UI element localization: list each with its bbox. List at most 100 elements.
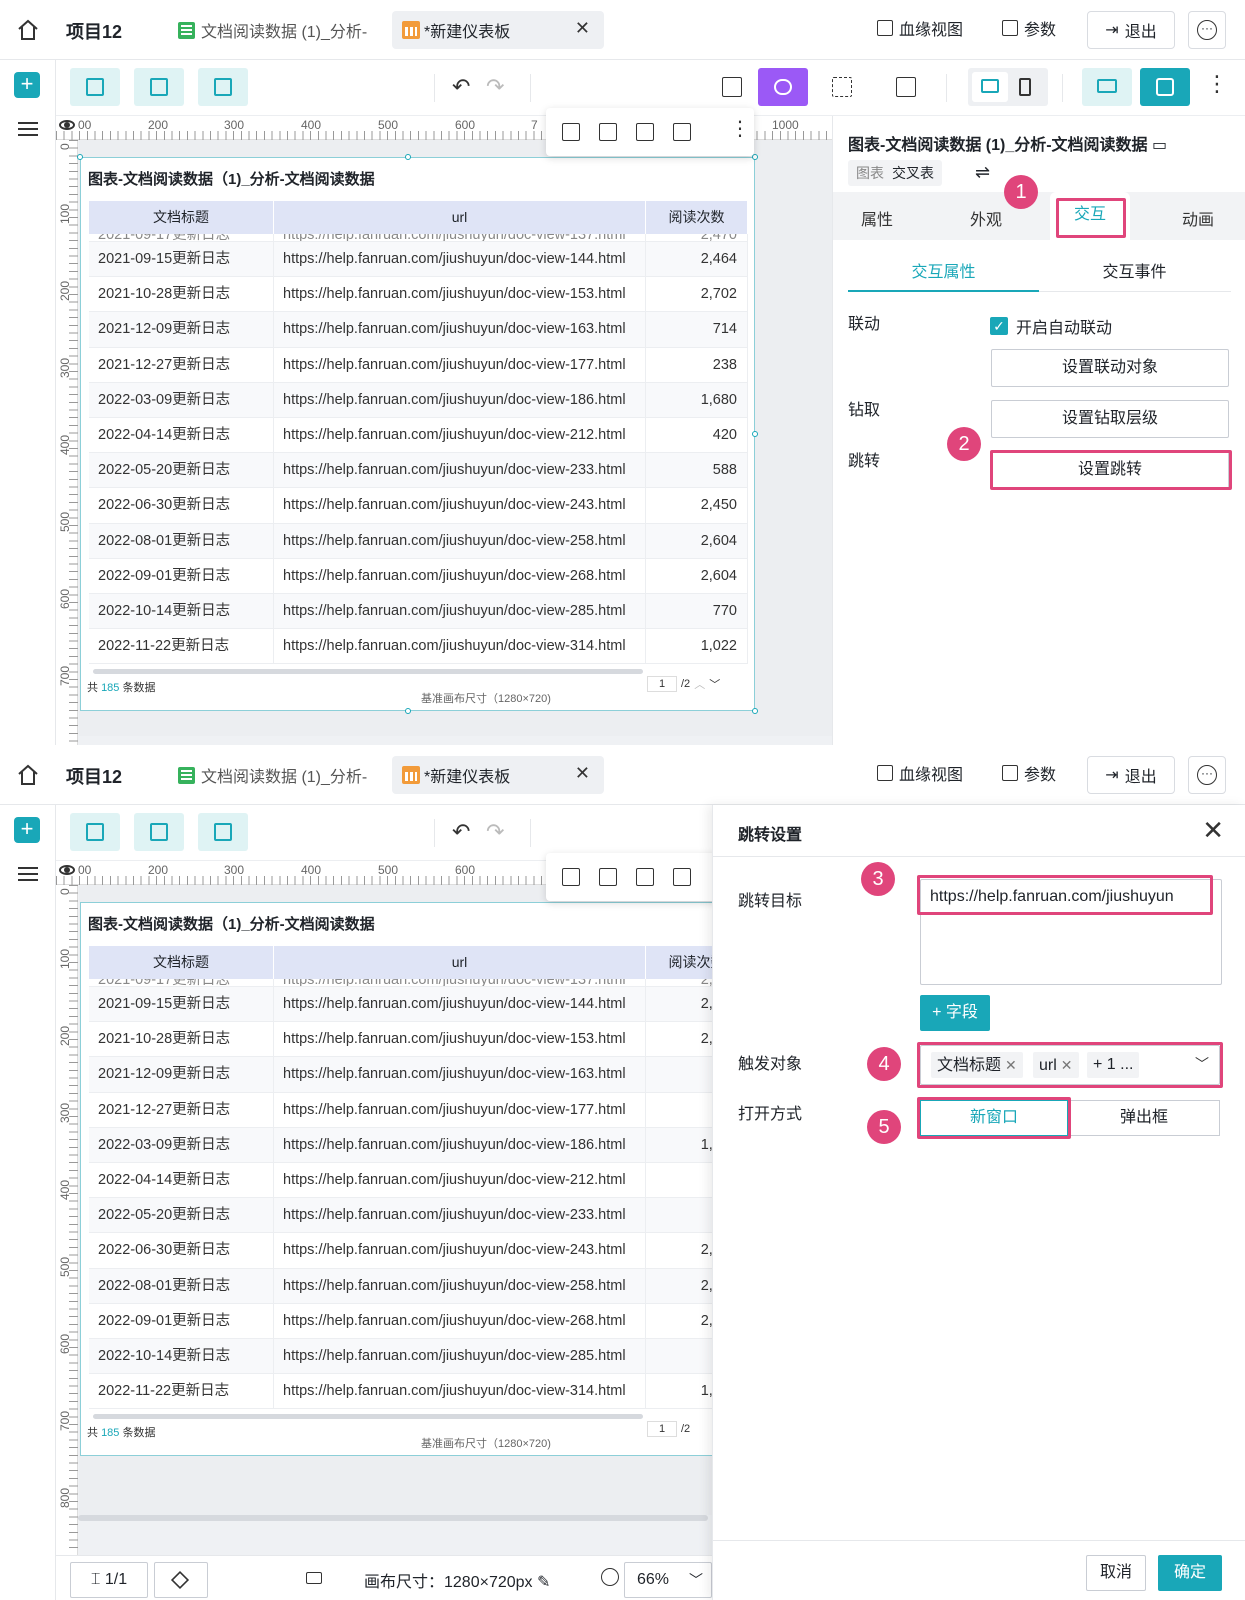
column-header[interactable]: url — [274, 201, 646, 234]
table-row[interactable]: 2022-09-01更新日志 https://help.fanruan.com/j… — [89, 1303, 748, 1339]
resize-handle[interactable] — [752, 431, 758, 437]
tab-appearance[interactable]: 外观 — [970, 206, 1002, 230]
exit-button[interactable]: ⇥ 退出 — [1087, 756, 1175, 794]
lineage-button[interactable]: 血缘视图 — [877, 16, 963, 40]
table-row[interactable]: 2021-09-17更新日志https://help.fanruan.com/j… — [89, 979, 748, 987]
table-row[interactable]: 2022-11-22更新日志 https://help.fanruan.com/j… — [89, 1374, 748, 1410]
trigger-select[interactable]: 文档标题 ✕ url ✕ + 1 ... ﹀ — [920, 1045, 1220, 1085]
chevron-down-icon[interactable]: ﹀ — [1195, 1054, 1209, 1074]
horizontal-scrollbar[interactable] — [93, 669, 643, 674]
redo-icon[interactable]: ↷ — [486, 74, 504, 100]
add-filter-button[interactable] — [134, 813, 184, 851]
table-row[interactable]: 2022-03-09更新日志 https://help.fanruan.com/j… — [89, 382, 748, 418]
table-row[interactable]: 2022-03-09更新日志 https://help.fanruan.com/j… — [89, 1127, 748, 1163]
set-drill-button[interactable]: 设置钻取层级 — [991, 400, 1229, 438]
table-row[interactable]: 2022-04-14更新日志 https://help.fanruan.com/j… — [89, 417, 748, 454]
subtab-interaction-events[interactable]: 交互事件 — [1039, 258, 1230, 282]
zoom-out-icon[interactable] — [601, 1568, 619, 1586]
table-row[interactable]: 2022-09-01更新日志 https://help.fanruan.com/j… — [89, 558, 748, 594]
close-icon[interactable]: ✕ — [575, 18, 590, 39]
horizontal-scrollbar[interactable] — [93, 1414, 643, 1419]
table-row[interactable]: 2021-09-15更新日志 https://help.fanruan.com/j… — [89, 242, 748, 278]
undo-icon[interactable]: ↶ — [452, 74, 470, 100]
chevron-up-icon[interactable]: ︿ — [694, 676, 705, 692]
desktop-button[interactable] — [972, 72, 1008, 102]
edit-icon[interactable] — [562, 123, 580, 141]
cancel-button[interactable]: 取消 — [1086, 1555, 1146, 1591]
edit-icon[interactable] — [562, 868, 580, 886]
outline-icon[interactable] — [18, 867, 38, 881]
chart-card[interactable]: 图表-文档阅读数据（1)_分析-文档阅读数据 文档标题 url 阅读次数 202… — [80, 157, 755, 711]
outline-icon[interactable] — [18, 122, 38, 136]
redo-icon[interactable]: ↷ — [486, 819, 504, 845]
add-widget-button[interactable] — [198, 813, 248, 851]
cursor-icon[interactable] — [722, 77, 742, 97]
layers-button[interactable] — [154, 1562, 208, 1598]
table-row[interactable]: 2021-12-27更新日志 https://help.fanruan.com/j… — [89, 1092, 748, 1128]
remove-icon[interactable]: ✕ — [1005, 1057, 1017, 1073]
fullscreen-icon[interactable] — [636, 123, 654, 141]
tab-data-table[interactable]: 文档阅读数据 (1)_分析- — [178, 757, 378, 793]
tab-interaction[interactable]: 交互 — [1050, 192, 1130, 240]
add-field-button[interactable]: + 字段 — [920, 995, 990, 1031]
subtab-interaction-properties[interactable]: 交互属性 — [848, 258, 1039, 292]
table-row[interactable]: 2022-10-14更新日志 https://help.fanruan.com/j… — [89, 593, 748, 630]
add-chart-button[interactable] — [70, 813, 120, 851]
save-button[interactable] — [1140, 68, 1190, 106]
table-row[interactable]: 2021-12-27更新日志 https://help.fanruan.com/j… — [89, 347, 748, 383]
add-filter-button[interactable] — [134, 68, 184, 106]
layout-icon[interactable] — [832, 77, 852, 97]
remove-icon[interactable]: ✕ — [1061, 1057, 1073, 1073]
chart-card[interactable]: 图表-文档阅读数据（1)_分析-文档阅读数据 文档标题 url 阅读次数 202… — [80, 902, 755, 1456]
trigger-tag-more[interactable]: + 1 ... — [1087, 1052, 1140, 1078]
tab-data-table[interactable]: 文档阅读数据 (1)_分析- — [178, 12, 378, 48]
undo-icon[interactable]: ↶ — [452, 819, 470, 845]
table-row[interactable]: 2021-09-17更新日志https://help.fanruan.com/j… — [89, 234, 748, 242]
switch-icon[interactable]: ⇌ — [975, 162, 990, 183]
lineage-button[interactable]: 血缘视图 — [877, 761, 963, 785]
template-icon[interactable] — [896, 77, 916, 97]
auto-link-checkbox[interactable]: ✓ 开启自动联动 — [990, 314, 1112, 338]
page-indicator[interactable]: ⌶ 1/1 — [70, 1562, 148, 1598]
table-setting-icon[interactable] — [673, 868, 691, 886]
exit-button[interactable]: ⇥ 退出 — [1087, 11, 1175, 49]
table-row[interactable]: 2021-12-09更新日志 https://help.fanruan.com/j… — [89, 312, 748, 348]
add-component-icon[interactable]: + — [14, 817, 40, 843]
sort-icon[interactable] — [599, 123, 617, 141]
add-widget-button[interactable] — [198, 68, 248, 106]
more-button[interactable]: ··· — [1188, 11, 1226, 49]
set-jump-button[interactable]: 设置跳转 — [991, 451, 1229, 489]
rename-icon[interactable]: ▭ — [1152, 137, 1167, 154]
table-row[interactable]: 2022-08-01更新日志 https://help.fanruan.com/j… — [89, 1268, 748, 1304]
more-vertical-icon[interactable]: ⋮ — [1206, 73, 1228, 95]
table-row[interactable]: 2022-11-22更新日志 https://help.fanruan.com/j… — [89, 629, 748, 665]
table-setting-icon[interactable] — [673, 123, 691, 141]
open-popup-option[interactable]: 弹出框 — [1068, 1100, 1220, 1136]
resize-handle[interactable] — [405, 708, 411, 714]
column-header[interactable]: 阅读次数 — [646, 201, 748, 234]
column-header[interactable]: url — [274, 946, 646, 979]
tab-properties[interactable]: 属性 — [861, 206, 893, 230]
zoom-select[interactable]: 66% ﹀ — [624, 1562, 712, 1598]
fullscreen-icon[interactable] — [636, 868, 654, 886]
table-row[interactable]: 2022-06-30更新日志 https://help.fanruan.com/j… — [89, 1233, 748, 1269]
table-row[interactable]: 2021-12-09更新日志 https://help.fanruan.com/j… — [89, 1057, 748, 1093]
page-input[interactable]: 1 — [647, 676, 677, 692]
jump-target-input[interactable]: https://help.fanruan.com/jiushuyun — [920, 879, 1222, 985]
more-vertical-icon[interactable]: ⋮ — [730, 118, 750, 140]
add-component-icon[interactable]: + — [14, 72, 40, 98]
keyboard-icon[interactable] — [306, 1572, 322, 1584]
canvas-size[interactable]: 画布尺寸：1280×720px ✎ — [364, 1568, 550, 1592]
tab-dashboard[interactable]: *新建仪表板 ✕ — [392, 756, 604, 794]
home-icon[interactable] — [16, 763, 40, 787]
more-button[interactable]: ··· — [1188, 756, 1226, 794]
open-new-window-option[interactable]: 新窗口 — [920, 1100, 1068, 1136]
params-button[interactable]: 参数 — [1002, 16, 1056, 40]
eye-icon[interactable] — [59, 865, 75, 875]
sort-icon[interactable] — [599, 868, 617, 886]
table-row[interactable]: 2022-05-20更新日志 https://help.fanruan.com/j… — [89, 453, 748, 489]
table-row[interactable]: 2022-05-20更新日志 https://help.fanruan.com/j… — [89, 1198, 748, 1234]
resize-handle[interactable] — [77, 154, 83, 160]
column-header[interactable]: 文档标题 — [89, 946, 274, 979]
resize-handle[interactable] — [752, 708, 758, 714]
